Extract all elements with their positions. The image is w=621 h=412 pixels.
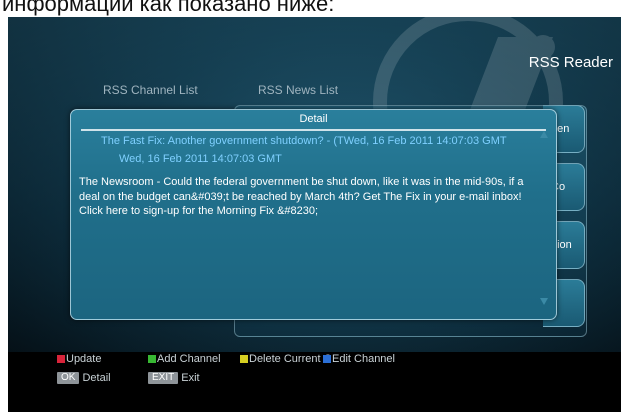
detail-dialog: Detail The Fast Fix: Another government … bbox=[70, 109, 557, 320]
rss-news-list-heading: RSS News List bbox=[258, 83, 339, 97]
rss-channel-list-heading: RSS Channel List bbox=[103, 83, 198, 97]
blue-square-icon bbox=[323, 355, 331, 363]
edit-channel-legend[interactable]: Edit Channel bbox=[323, 353, 395, 365]
app-title: RSS Reader bbox=[528, 54, 613, 71]
news-headline: The Fast Fix: Another government shutdow… bbox=[101, 135, 507, 147]
detail-title: Detail bbox=[299, 113, 328, 125]
green-square-icon bbox=[148, 355, 156, 363]
detail-divider bbox=[81, 129, 546, 131]
ok-detail-legend[interactable]: OK Detail bbox=[57, 372, 111, 384]
exit-key-icon: EXIT bbox=[148, 372, 179, 384]
delete-current-label: Delete Current C bbox=[249, 353, 332, 365]
exit-legend[interactable]: EXIT Exit bbox=[148, 372, 200, 384]
news-body: The Newsroom - Could the federal governm… bbox=[79, 176, 524, 217]
red-square-icon bbox=[57, 355, 65, 363]
top-caption: информации как показано ниже: bbox=[0, 0, 621, 17]
triangle-up-icon[interactable] bbox=[540, 131, 548, 138]
update-legend[interactable]: Update bbox=[57, 353, 101, 365]
update-label: Update bbox=[66, 353, 102, 365]
ok-key-icon: OK bbox=[57, 372, 80, 384]
ok-detail-label: Detail bbox=[82, 372, 111, 384]
delete-current-legend[interactable]: Delete Current C bbox=[240, 353, 332, 365]
add-channel-legend[interactable]: Add Channel bbox=[148, 353, 221, 365]
add-channel-label: Add Channel bbox=[157, 353, 221, 365]
edit-channel-label: Edit Channel bbox=[332, 353, 395, 365]
tv-screen: RSS Reader RSS Channel List RSS News Lis… bbox=[8, 17, 621, 412]
yellow-square-icon bbox=[240, 355, 248, 363]
exit-label: Exit bbox=[181, 372, 200, 384]
news-date: Wed, 16 Feb 2011 14:07:03 GMT bbox=[119, 153, 282, 165]
triangle-down-icon[interactable] bbox=[540, 298, 548, 305]
